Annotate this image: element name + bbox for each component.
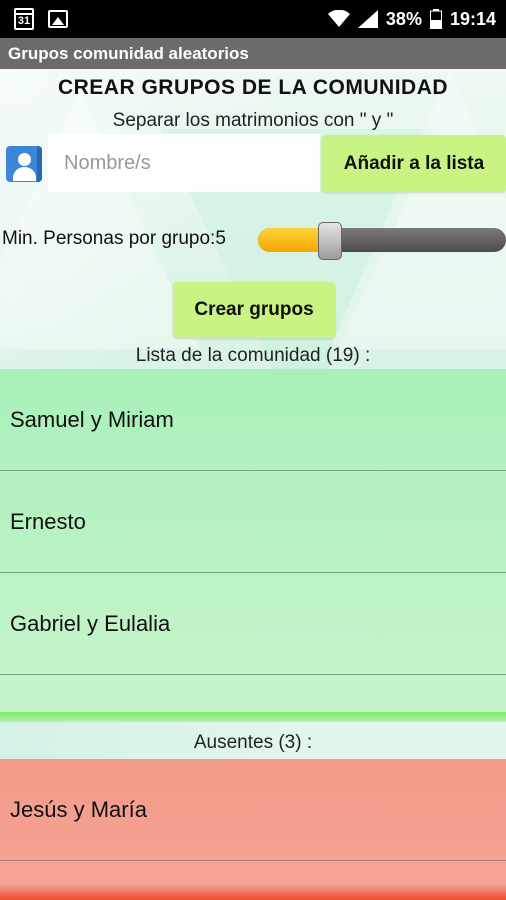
- min-persons-label: Min. Personas por grupo:5: [2, 228, 226, 249]
- contacts-icon[interactable]: [6, 146, 42, 182]
- app-title-bar: Grupos comunidad aleatorios: [0, 38, 506, 69]
- clock: 19:14: [449, 8, 496, 29]
- absent-scroll-edge: [0, 884, 506, 900]
- name-input[interactable]: [48, 134, 320, 192]
- absent-list-title: Ausentes (3) :: [193, 732, 313, 753]
- slider-thumb[interactable]: [318, 222, 342, 260]
- wifi-icon: [327, 10, 350, 27]
- community-list-title: Lista de la comunidad (19) :: [135, 345, 371, 366]
- list-item[interactable]: Jesús y María: [0, 759, 506, 861]
- status-bar-left: 31: [14, 8, 68, 30]
- list-item[interactable]: Samuel y Miriam: [0, 369, 506, 471]
- list-scroll-edge: [0, 712, 506, 722]
- create-groups-button[interactable]: Crear grupos: [173, 282, 335, 338]
- battery-icon: [429, 9, 442, 29]
- battery-percent: 38%: [385, 8, 422, 29]
- page-subtitle: Separar los matrimonios con " y ": [112, 110, 394, 131]
- app-title: Grupos comunidad aleatorios: [8, 44, 249, 63]
- calendar-icon: 31: [14, 8, 34, 30]
- status-bar: 31 38% 19:14: [0, 0, 506, 38]
- image-icon: [48, 10, 68, 28]
- list-item[interactable]: Gabriel y Eulalia: [0, 573, 506, 675]
- list-item[interactable]: Ernesto: [0, 471, 506, 573]
- min-persons-slider[interactable]: [258, 222, 506, 260]
- signal-icon: [357, 10, 378, 28]
- community-list[interactable]: Samuel y Miriam Ernesto Gabriel y Eulali…: [0, 369, 506, 720]
- absent-list[interactable]: Jesús y María: [0, 759, 506, 900]
- status-bar-right: 38% 19:14: [327, 8, 496, 30]
- calendar-day: 31: [17, 15, 31, 27]
- add-to-list-button[interactable]: Añadir a la lista: [322, 135, 506, 192]
- page-title: CREAR GRUPOS DE LA COMUNIDAD: [57, 76, 449, 99]
